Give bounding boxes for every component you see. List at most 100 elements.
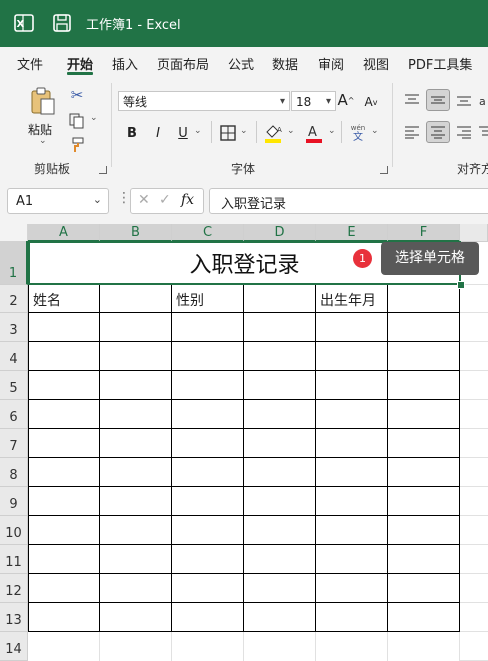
cell-f9[interactable] [388, 487, 460, 516]
row-header-11[interactable]: 11 [0, 545, 28, 574]
cell-e8[interactable] [316, 458, 388, 487]
cell-e10[interactable] [316, 516, 388, 545]
cell-c3[interactable] [172, 313, 244, 342]
column-header-f[interactable]: F [388, 224, 460, 242]
tab-insert[interactable]: 插入 [112, 54, 138, 73]
underline-button[interactable]: U [174, 123, 192, 143]
cell-f7[interactable] [388, 429, 460, 458]
enter-check-icon[interactable]: ✓ [159, 192, 171, 208]
cell-f5[interactable] [388, 371, 460, 400]
cell-f12[interactable] [388, 574, 460, 603]
cell-f4[interactable] [388, 342, 460, 371]
cell-c5[interactable] [172, 371, 244, 400]
align-right-icon[interactable] [454, 123, 474, 141]
font-name-select[interactable]: 等线 ▾ [118, 91, 290, 111]
tab-view[interactable]: 视图 [363, 54, 389, 73]
clipboard-dialog-launcher-icon[interactable] [99, 166, 107, 174]
font-color-icon[interactable]: A [303, 121, 325, 145]
cell-b3[interactable] [100, 313, 172, 342]
cell-c11[interactable] [172, 545, 244, 574]
tab-formulas[interactable]: 公式 [228, 54, 254, 73]
bold-button[interactable]: B [123, 123, 141, 143]
tab-home[interactable]: 开始 [67, 54, 93, 73]
row-header-13[interactable]: 13 [0, 603, 28, 632]
row-header-9[interactable]: 9 [0, 487, 28, 516]
italic-button[interactable]: I [149, 123, 167, 143]
row-header-7[interactable]: 7 [0, 429, 28, 458]
cell-a7[interactable] [28, 429, 100, 458]
column-header-g[interactable] [460, 224, 488, 242]
cell-d9[interactable] [244, 487, 316, 516]
cell-b8[interactable] [100, 458, 172, 487]
cell-a11[interactable] [28, 545, 100, 574]
cell-d4[interactable] [244, 342, 316, 371]
column-header-a[interactable]: A [28, 224, 100, 242]
fill-color-chevron-down-icon[interactable]: ⌄ [287, 126, 295, 136]
cell-a2[interactable]: 姓名 [28, 285, 100, 313]
cell-d2[interactable] [244, 285, 316, 313]
row-header-6[interactable]: 6 [0, 400, 28, 429]
cell-f11[interactable] [388, 545, 460, 574]
cell-b5[interactable] [100, 371, 172, 400]
cell-f8[interactable] [388, 458, 460, 487]
cell-f2[interactable] [388, 285, 460, 313]
cell-c12[interactable] [172, 574, 244, 603]
cell-a13[interactable] [28, 603, 100, 632]
row-header-2[interactable]: 2 [0, 285, 28, 313]
tab-page-layout[interactable]: 页面布局 [157, 54, 209, 73]
cell-d7[interactable] [244, 429, 316, 458]
cell-e2[interactable]: 出生年月 [316, 285, 388, 313]
cell-a9[interactable] [28, 487, 100, 516]
cell-d10[interactable] [244, 516, 316, 545]
align-left-icon[interactable] [402, 123, 422, 141]
row-header-10[interactable]: 10 [0, 516, 28, 545]
cell-d6[interactable] [244, 400, 316, 429]
indent-icon[interactable] [478, 123, 488, 141]
cell-f13[interactable] [388, 603, 460, 632]
top-align-icon[interactable] [402, 91, 422, 109]
cell-d8[interactable] [244, 458, 316, 487]
cell-a5[interactable] [28, 371, 100, 400]
cell-b9[interactable] [100, 487, 172, 516]
middle-align-icon[interactable] [426, 89, 450, 111]
cell-b10[interactable] [100, 516, 172, 545]
cell-d5[interactable] [244, 371, 316, 400]
select-all-corner[interactable] [0, 224, 28, 242]
column-header-d[interactable]: D [244, 224, 316, 242]
fill-color-icon[interactable]: A [262, 121, 284, 145]
cell-b7[interactable] [100, 429, 172, 458]
cell-c7[interactable] [172, 429, 244, 458]
cell-b6[interactable] [100, 400, 172, 429]
cell-c13[interactable] [172, 603, 244, 632]
align-center-icon[interactable] [426, 121, 450, 143]
font-color-chevron-down-icon[interactable]: ⌄ [328, 126, 336, 136]
insert-function-icon[interactable]: fx [181, 192, 194, 208]
cell-e6[interactable] [316, 400, 388, 429]
tab-pdf-tools[interactable]: PDF工具集 [408, 54, 472, 73]
cell-e3[interactable] [316, 313, 388, 342]
save-icon[interactable] [52, 13, 72, 33]
font-dialog-launcher-icon[interactable] [380, 166, 388, 174]
cell-c8[interactable] [172, 458, 244, 487]
cell-c9[interactable] [172, 487, 244, 516]
more-options-icon[interactable]: ⋮ [117, 190, 131, 206]
underline-chevron-down-icon[interactable]: ⌄ [194, 126, 202, 136]
paste-icon[interactable] [26, 85, 60, 119]
orientation-icon[interactable]: a [478, 91, 488, 109]
cell-b4[interactable] [100, 342, 172, 371]
row-header-5[interactable]: 5 [0, 371, 28, 400]
fill-handle[interactable] [457, 281, 465, 289]
cell-a8[interactable] [28, 458, 100, 487]
row-header-4[interactable]: 4 [0, 342, 28, 371]
cell-a3[interactable] [28, 313, 100, 342]
grow-font-button[interactable]: A ^ [337, 90, 355, 110]
paste-chevron-down-icon[interactable]: ⌄ [39, 136, 47, 146]
cell-f6[interactable] [388, 400, 460, 429]
cell-d13[interactable] [244, 603, 316, 632]
cell-a6[interactable] [28, 400, 100, 429]
tab-review[interactable]: 审阅 [318, 54, 344, 73]
column-header-b[interactable]: B [100, 224, 172, 242]
font-size-select[interactable]: 18 ▾ [291, 91, 336, 111]
cell-d3[interactable] [244, 313, 316, 342]
cell-e4[interactable] [316, 342, 388, 371]
